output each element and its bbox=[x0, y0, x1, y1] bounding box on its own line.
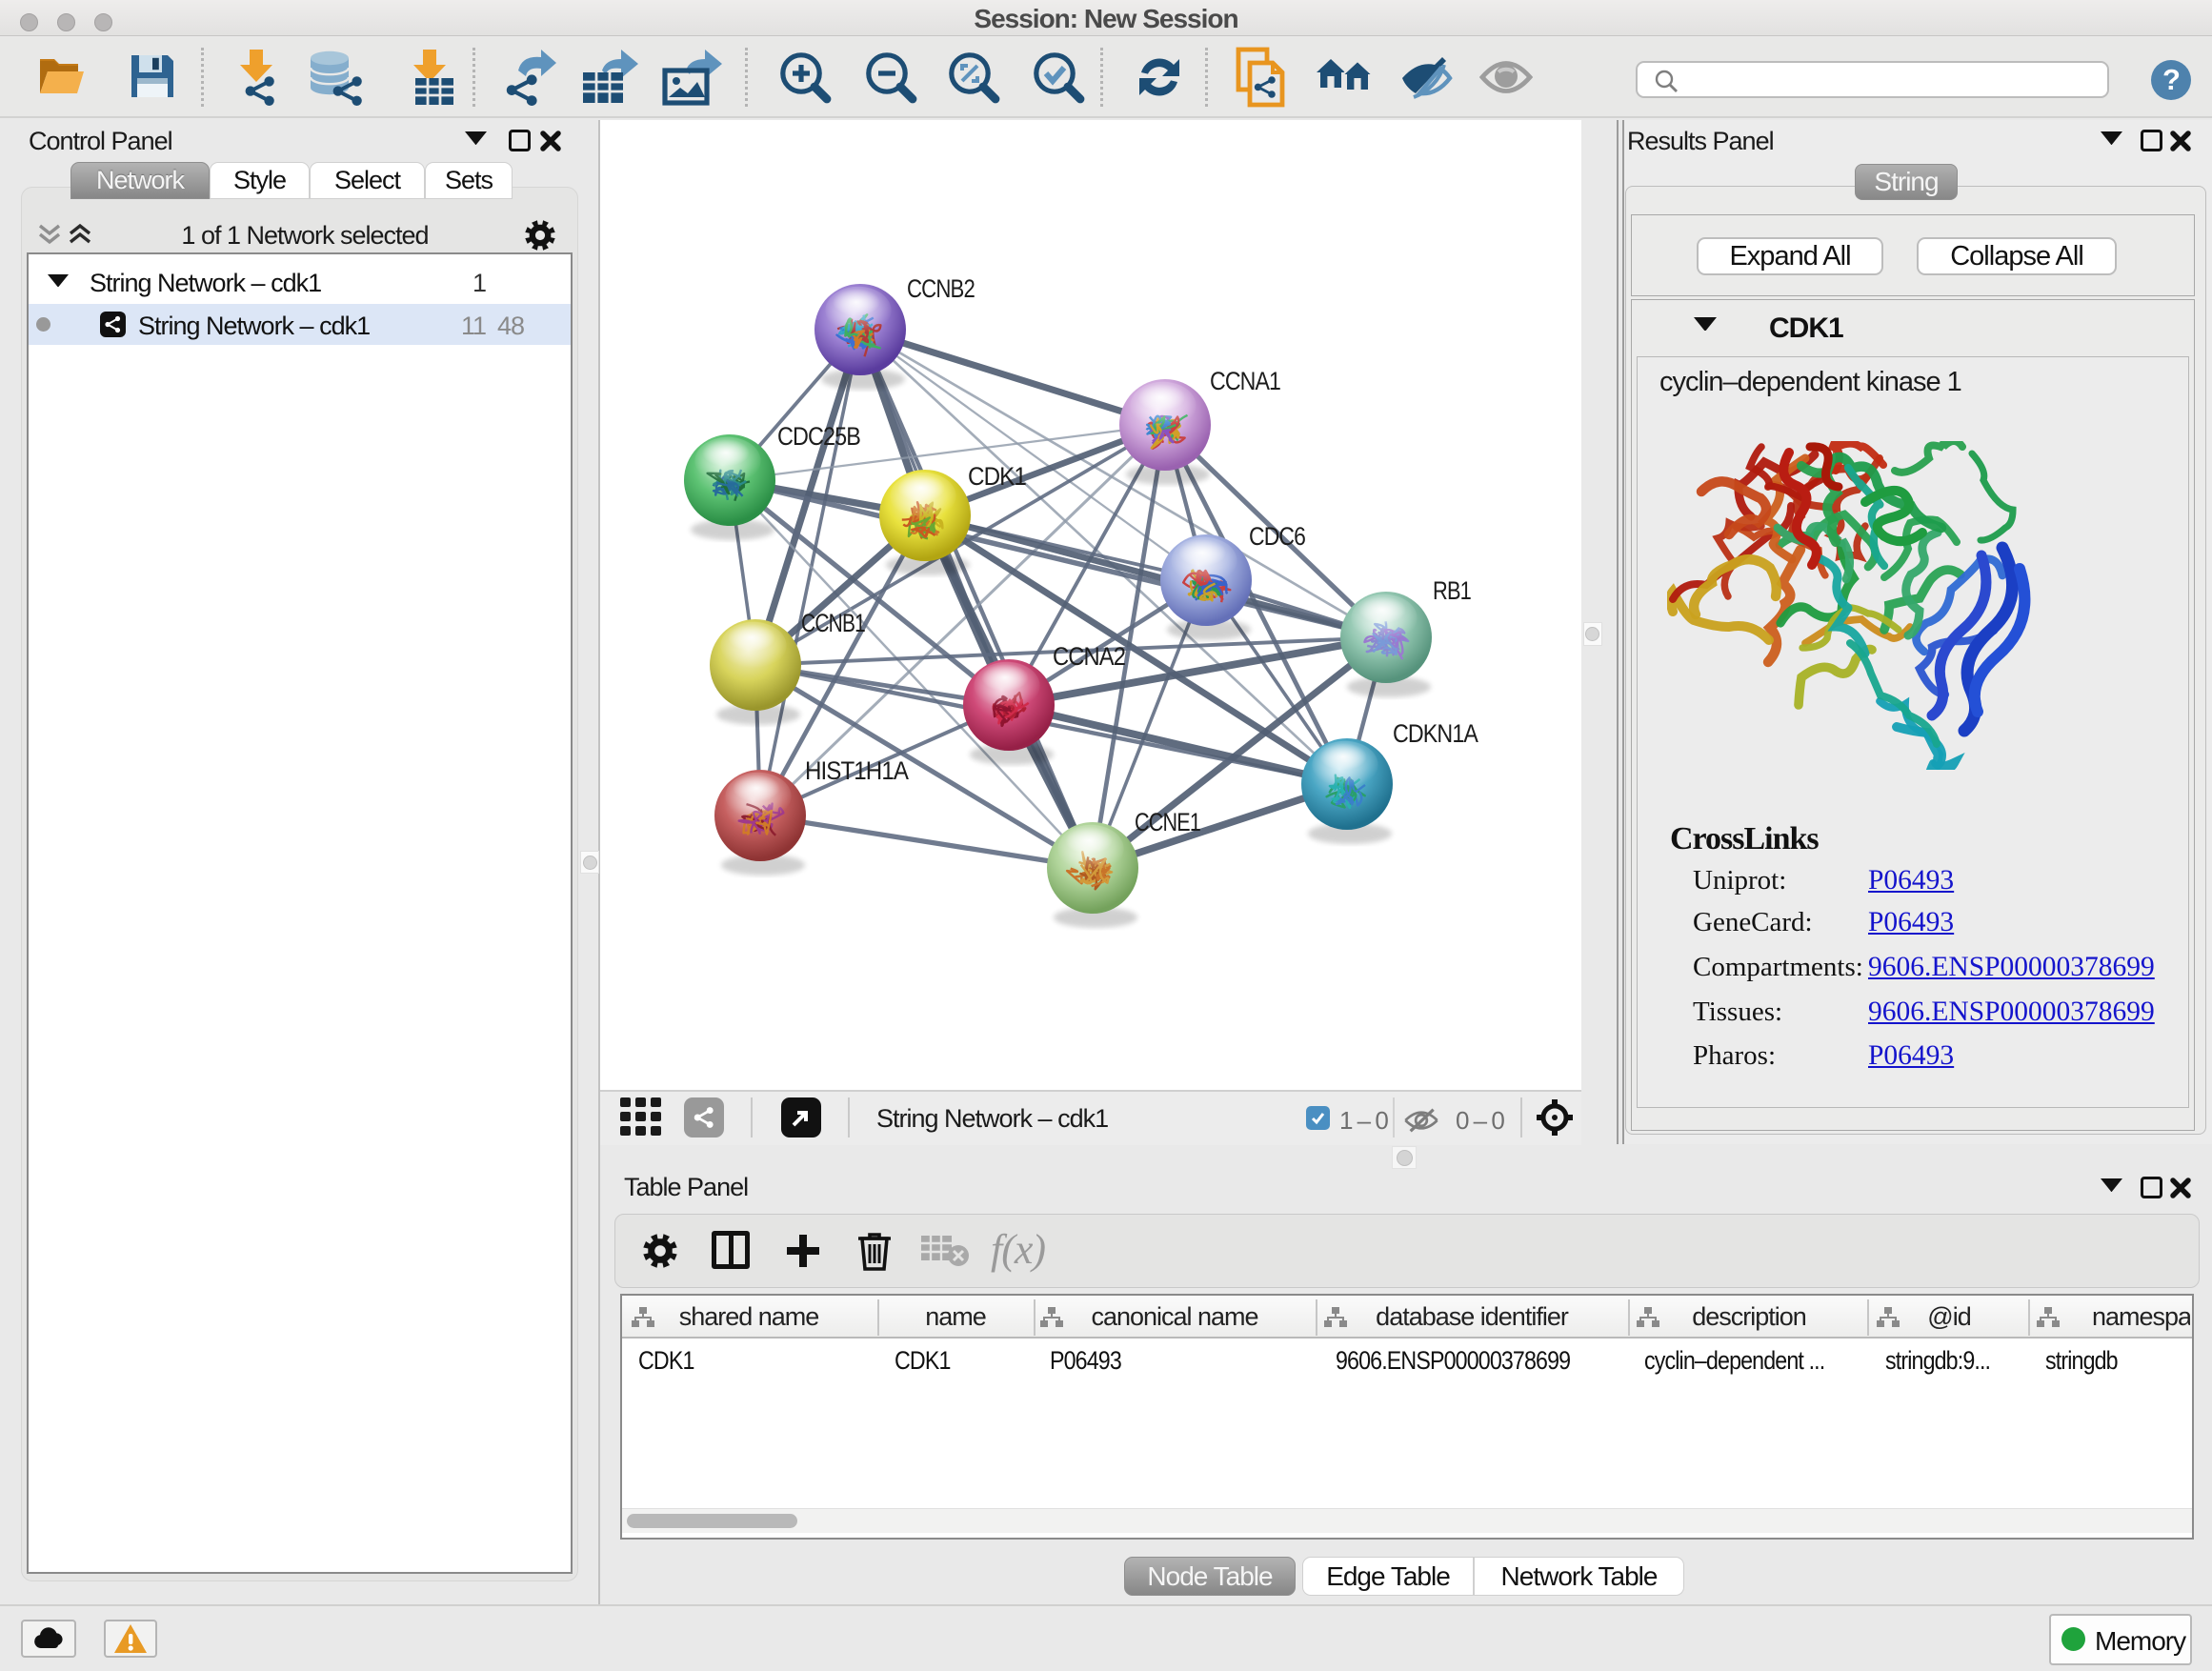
svg-text:CCNA1: CCNA1 bbox=[1210, 367, 1280, 395]
svg-text:CCNE1: CCNE1 bbox=[1135, 808, 1200, 836]
svg-text:CDKN1A: CDKN1A bbox=[1393, 719, 1478, 748]
svg-text:CCNB2: CCNB2 bbox=[907, 274, 975, 303]
svg-text:CDC25B: CDC25B bbox=[777, 422, 860, 451]
svg-text:CCNB1: CCNB1 bbox=[801, 609, 865, 637]
svg-text:CDK1: CDK1 bbox=[968, 462, 1026, 491]
svg-text:RB1: RB1 bbox=[1433, 576, 1471, 605]
svg-text:HIST1H1A: HIST1H1A bbox=[805, 756, 909, 785]
svg-text:CDC6: CDC6 bbox=[1249, 522, 1305, 551]
svg-text:CCNA2: CCNA2 bbox=[1053, 642, 1125, 671]
